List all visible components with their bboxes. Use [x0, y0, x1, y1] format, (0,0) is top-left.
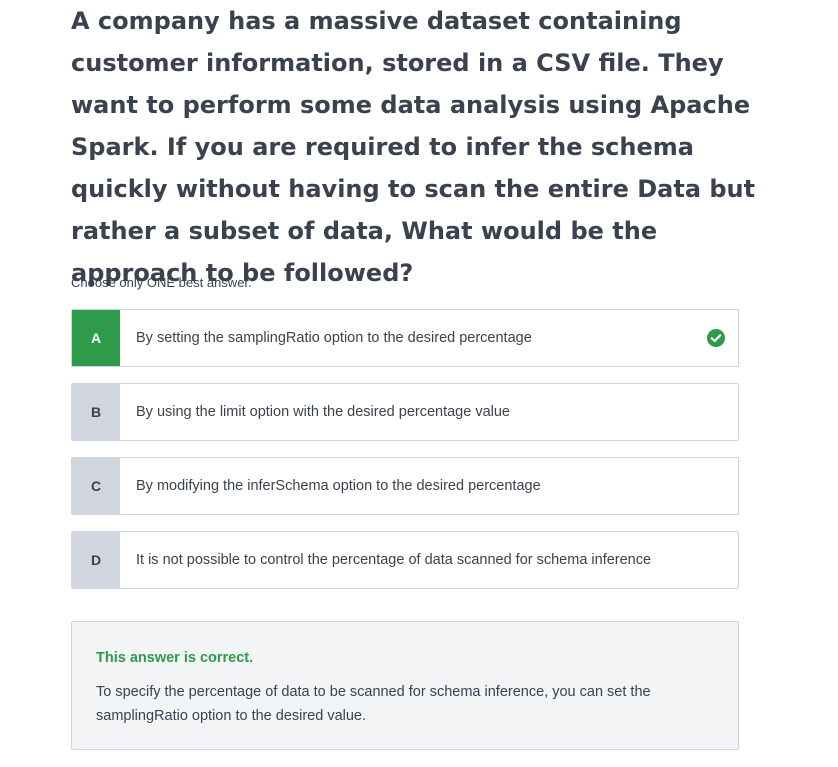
answer-option-b[interactable]: B By using the limit option with the des… — [71, 383, 739, 441]
question-text: A company has a massive dataset containi… — [71, 7, 756, 287]
answer-option-a[interactable]: A By setting the samplingRatio option to… — [71, 309, 739, 367]
answer-option-d[interactable]: D It is not possible to control the perc… — [71, 531, 739, 589]
option-text-b: By using the limit option with the desir… — [136, 404, 510, 420]
check-circle-icon — [694, 310, 738, 366]
answer-feedback-panel: This answer is correct. To specify the p… — [71, 621, 739, 750]
option-text-a: By setting the samplingRatio option to t… — [136, 330, 532, 346]
option-letter-d: D — [72, 532, 120, 588]
option-text-d: It is not possible to control the percen… — [136, 552, 652, 568]
option-letter-a: A — [72, 310, 120, 366]
feedback-status: This answer is correct. — [96, 650, 254, 666]
feedback-explanation: To specify the percentage of data to be … — [96, 684, 651, 724]
answer-option-c[interactable]: C By modifying the inferSchema option to… — [71, 457, 739, 515]
option-letter-b: B — [72, 384, 120, 440]
answer-instruction: Choose only ONE best answer. — [71, 275, 252, 290]
option-letter-c: C — [72, 458, 120, 514]
option-text-c: By modifying the inferSchema option to t… — [136, 478, 541, 494]
